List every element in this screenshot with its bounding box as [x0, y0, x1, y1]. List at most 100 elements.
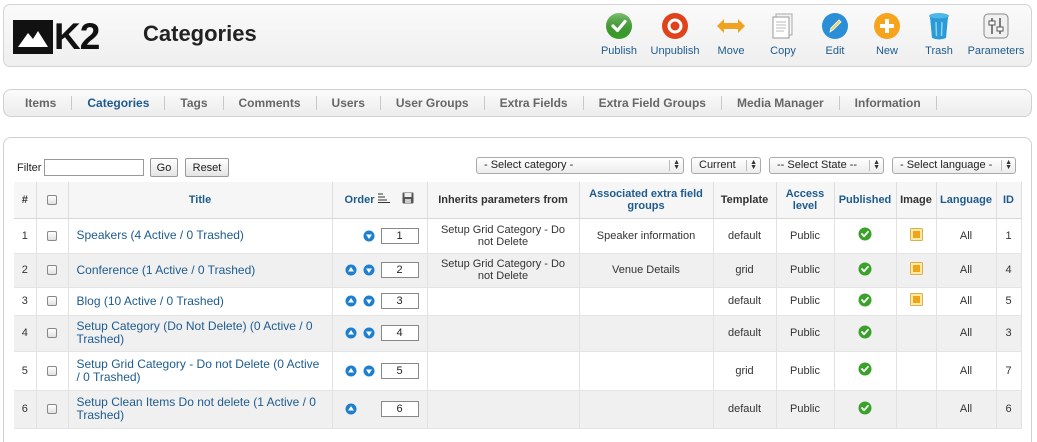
image-thumbnail-icon[interactable]	[909, 293, 923, 306]
row-number: 1	[14, 218, 37, 254]
col-extra-field-groups[interactable]: Associated extra field groups	[579, 182, 714, 219]
col-template: Template	[713, 182, 777, 219]
select-current[interactable]: Current ▲ ▼	[691, 157, 761, 174]
row-image-cell	[896, 390, 937, 429]
order-input[interactable]	[380, 362, 419, 379]
move-button[interactable]: Move	[705, 11, 757, 57]
move-up-arrow-icon[interactable]	[345, 295, 357, 307]
row-checkbox[interactable]	[47, 296, 57, 307]
row-number: 4	[14, 315, 37, 352]
go-button[interactable]: Go	[150, 158, 178, 177]
select-arrows-icon: ▲ ▼	[673, 159, 680, 171]
move-down-arrow-icon[interactable]	[363, 295, 375, 307]
tab-users[interactable]: Users	[317, 96, 381, 110]
published-check-icon[interactable]	[858, 325, 872, 339]
published-check-icon[interactable]	[858, 401, 872, 415]
published-check-icon[interactable]	[858, 293, 872, 307]
col-title[interactable]: Title	[68, 182, 333, 219]
order-input[interactable]	[380, 262, 419, 278]
row-checkbox[interactable]	[47, 365, 57, 376]
image-thumbnail-icon[interactable]	[909, 262, 923, 275]
filter-label: Filter	[17, 162, 42, 174]
table-row: 2 Conference (1 Active / 0 Trashed) Setup …	[14, 253, 1022, 288]
category-title-link[interactable]: Conference (1 Active / 0 Trashed)	[77, 263, 256, 277]
category-title-link[interactable]: Setup Clean Items Do not delete (1 Activ…	[77, 395, 316, 422]
row-checkbox[interactable]	[47, 404, 57, 415]
categories-table: # Title Order Inherits parameters from A…	[14, 182, 1022, 429]
tab-tags[interactable]: Tags	[165, 96, 224, 110]
row-extra-field-groups: Venue Details	[579, 253, 714, 288]
tab-information[interactable]: Information	[840, 96, 937, 110]
select-language[interactable]: - Select language - ▲ ▼	[892, 157, 1016, 174]
edit-button[interactable]: Edit	[809, 11, 861, 57]
move-arrows-icon	[716, 11, 746, 41]
row-extra-field-groups	[579, 390, 714, 429]
order-input[interactable]	[380, 325, 419, 341]
row-title-cell: Setup Category (Do Not Delete) (0 Active…	[68, 315, 333, 352]
check-all-checkbox[interactable]	[47, 194, 57, 205]
move-down-arrow-icon[interactable]	[363, 327, 375, 339]
category-title-link[interactable]: Speakers (4 Active / 0 Trashed)	[77, 228, 244, 242]
row-title-cell: Speakers (4 Active / 0 Trashed)	[68, 218, 333, 254]
order-input[interactable]	[380, 401, 419, 417]
row-language: All	[936, 253, 997, 288]
row-access-level: Public	[776, 390, 835, 429]
move-up-arrow-icon[interactable]	[345, 327, 357, 339]
move-up-arrow-icon[interactable]	[345, 403, 357, 415]
published-check-icon[interactable]	[858, 227, 872, 241]
filter-input[interactable]	[44, 159, 144, 176]
row-order-cell	[332, 218, 428, 254]
select-state[interactable]: -- Select State -- ▲ ▼	[769, 157, 884, 174]
row-id: 1	[996, 218, 1022, 254]
category-title-link[interactable]: Blog (10 Active / 0 Trashed)	[77, 294, 224, 308]
tab-items[interactable]: Items	[10, 96, 73, 110]
tab-comments[interactable]: Comments	[224, 96, 317, 110]
move-up-arrow-icon[interactable]	[345, 365, 357, 377]
row-template: default	[713, 390, 777, 429]
row-checkbox[interactable]	[47, 230, 57, 241]
save-order-disk-icon[interactable]	[402, 192, 414, 207]
page-title: Categories	[143, 21, 257, 46]
row-checkbox-cell	[36, 218, 69, 254]
tab-categories[interactable]: Categories	[72, 96, 166, 110]
col-order[interactable]: Order	[332, 182, 428, 219]
order-input[interactable]	[380, 227, 419, 244]
select-category[interactable]: - Select category - ▲ ▼	[476, 157, 684, 174]
row-checkbox[interactable]	[47, 265, 57, 276]
move-down-arrow-icon[interactable]	[363, 230, 375, 242]
publish-button[interactable]: Publish	[593, 11, 645, 57]
row-order-cell	[332, 253, 428, 288]
trash-button[interactable]: Trash	[913, 11, 965, 57]
tab-media-manager[interactable]: Media Manager	[722, 96, 840, 110]
row-id: 3	[996, 315, 1022, 352]
move-down-arrow-icon[interactable]	[363, 365, 375, 377]
reset-button[interactable]: Reset	[185, 158, 229, 177]
row-published-cell	[834, 287, 897, 316]
image-thumbnail-icon[interactable]	[909, 227, 923, 241]
category-title-link[interactable]: Setup Category (Do Not Delete) (0 Active…	[77, 319, 313, 346]
tab-extra-fields[interactable]: Extra Fields	[485, 96, 584, 110]
tab-extra-field-groups[interactable]: Extra Field Groups	[584, 96, 722, 110]
row-checkbox[interactable]	[47, 328, 57, 339]
col-access-level[interactable]: Access level	[776, 182, 835, 219]
order-input[interactable]	[380, 293, 419, 309]
row-inherits	[427, 287, 580, 316]
tab-user-groups[interactable]: User Groups	[381, 96, 485, 110]
col-id[interactable]: ID	[996, 182, 1022, 219]
published-check-icon[interactable]	[858, 262, 872, 276]
col-language[interactable]: Language	[936, 182, 997, 219]
row-number: 2	[14, 253, 37, 288]
check-circle-icon	[604, 11, 634, 41]
row-id: 7	[996, 351, 1022, 391]
parameters-button[interactable]: Parameters	[965, 11, 1027, 57]
new-button[interactable]: New	[861, 11, 913, 57]
move-up-arrow-icon[interactable]	[345, 264, 357, 276]
unpublish-button[interactable]: Unpublish	[645, 11, 705, 57]
row-title-cell: Blog (10 Active / 0 Trashed)	[68, 287, 333, 316]
published-check-icon[interactable]	[858, 362, 872, 376]
table-row: 6 Setup Clean Items Do not delete (1 Acti…	[14, 390, 1022, 429]
category-title-link[interactable]: Setup Grid Category - Do not Delete (0 A…	[77, 357, 320, 384]
col-published[interactable]: Published	[834, 182, 897, 219]
move-down-arrow-icon[interactable]	[363, 264, 375, 276]
copy-button[interactable]: Copy	[757, 11, 809, 57]
